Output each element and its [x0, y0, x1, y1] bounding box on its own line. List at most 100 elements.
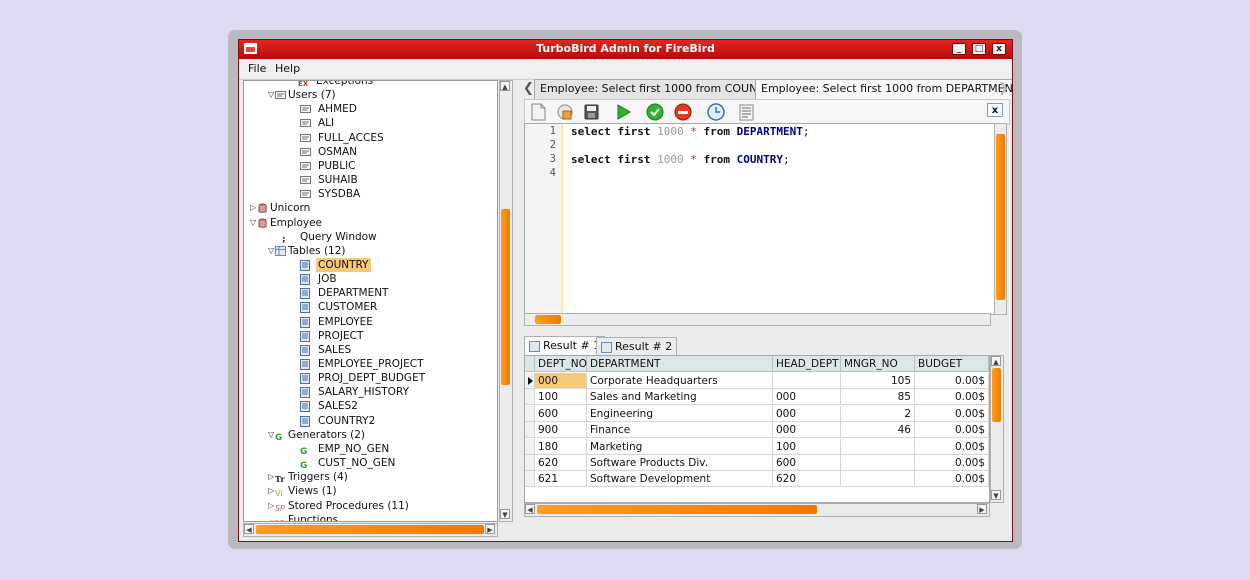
tree-node-triggers[interactable]: ▷ Tr Triggers (4)	[244, 470, 494, 484]
column-header[interactable]: DEPT_NO	[535, 356, 587, 372]
tree-item-user[interactable]: PUBLIC	[244, 159, 494, 173]
grid-cell[interactable]: 180	[535, 438, 587, 455]
tab-country-query[interactable]: Employee: Select first 1000 from COUNTRY	[534, 79, 784, 100]
grid-cell[interactable]: Sales and Marketing	[587, 389, 773, 406]
tree-node-generators[interactable]: ▽ G Generators (2)	[244, 428, 494, 443]
grid-cell[interactable]: 100	[535, 389, 587, 406]
minimize-button[interactable]: _	[952, 43, 966, 55]
tree-node-stored-procedures[interactable]: ▷ SP Stored Procedures (11)	[244, 499, 494, 513]
tree-item-table[interactable]: SALARY_HISTORY	[244, 385, 494, 399]
scroll-left-icon[interactable]: ◀	[525, 504, 535, 514]
tree-item-user[interactable]: AHMED	[244, 102, 494, 116]
grid-cell[interactable]: 46	[841, 422, 915, 439]
open-file-icon[interactable]	[555, 102, 575, 122]
scroll-right-icon[interactable]: ▶	[977, 504, 987, 514]
tree-item-table[interactable]: PROJ_DEPT_BUDGET	[244, 371, 494, 385]
tree-node-unicorn[interactable]: ▷ Unicorn	[244, 201, 494, 215]
grid-cell[interactable]: 0.00$	[915, 455, 989, 471]
grid-cell[interactable]: 85	[841, 389, 915, 406]
close-button[interactable]: x	[992, 43, 1006, 55]
tree-item-table[interactable]: PROJECT	[244, 329, 494, 343]
tree-item-table[interactable]: DEPARTMENT	[244, 286, 494, 300]
grid-cell[interactable]: 100	[773, 438, 841, 455]
rollback-icon[interactable]	[673, 102, 693, 122]
grid-cell[interactable]: Engineering	[587, 405, 773, 422]
grid-cell[interactable]: 0.00$	[915, 438, 989, 455]
grid-cell[interactable]: 000	[773, 389, 841, 406]
tree-node-users[interactable]: ▽ Users (7)	[244, 88, 494, 102]
tree-scroll-thumb[interactable]	[501, 209, 510, 385]
tree-node-employee[interactable]: ▽ Employee	[244, 216, 494, 230]
scroll-down-icon[interactable]: ▼	[991, 490, 1001, 500]
grid-horizontal-scrollbar[interactable]: ◀ ▶	[524, 503, 990, 517]
tree-item-table[interactable]: EMPLOYEE_PROJECT	[244, 357, 494, 371]
grid-cell[interactable]: 620	[535, 455, 587, 471]
column-header[interactable]: HEAD_DEPT	[773, 356, 841, 372]
sql-editor[interactable]: 1 2 3 4 select first 1000 * from DEPARTM…	[524, 123, 996, 315]
tab-department-query[interactable]: Employee: Select first 1000 from DEPARTM…	[755, 79, 1012, 100]
column-header[interactable]: BUDGET	[915, 356, 989, 372]
history-icon[interactable]	[706, 102, 726, 122]
current-row-arrow-icon[interactable]	[525, 373, 535, 389]
editor-scroll-thumb[interactable]	[996, 134, 1005, 300]
scroll-down-icon[interactable]: ▼	[500, 509, 510, 519]
grid-scroll-thumb[interactable]	[992, 368, 1001, 422]
grid-cell[interactable]: Software Products Div.	[587, 455, 773, 471]
grid-cell[interactable]: 000	[535, 373, 587, 389]
grid-cell[interactable]: 2	[841, 405, 915, 422]
row-indicator[interactable]	[525, 405, 535, 422]
row-indicator[interactable]	[525, 422, 535, 439]
scroll-up-icon[interactable]: ▲	[991, 356, 1001, 366]
tree-item-table[interactable]: CUSTOMER	[244, 300, 494, 314]
editor-vertical-scrollbar[interactable]	[994, 123, 1007, 315]
grid-cell[interactable]	[773, 373, 841, 389]
grid-cell[interactable]	[841, 438, 915, 455]
menu-file[interactable]: File	[248, 62, 266, 75]
grid-cell[interactable]: 900	[535, 422, 587, 439]
grid-cell[interactable]: 600	[773, 455, 841, 471]
close-editor-button[interactable]: x	[987, 103, 1003, 117]
tree-vertical-scrollbar[interactable]: ▲ ▼	[499, 80, 513, 522]
tree-item-query-window[interactable]: ; Query Window	[244, 230, 494, 245]
column-header[interactable]: MNGR_NO	[841, 356, 915, 372]
column-header[interactable]: DEPARTMENT	[587, 356, 773, 372]
title-bar[interactable]: TurboBird Admin for FireBird _ □ x	[239, 40, 1012, 59]
tree-item-table[interactable]: SALES	[244, 343, 494, 357]
grid-cell[interactable]: 620	[773, 471, 841, 488]
grid-cell[interactable]	[841, 455, 915, 471]
tab-scroll-left-icon[interactable]: ❮	[523, 81, 534, 96]
row-indicator[interactable]	[525, 471, 535, 488]
editor-horizontal-scrollbar[interactable]	[524, 313, 991, 326]
scroll-right-icon[interactable]: ▶	[485, 524, 495, 534]
tree-item-generator[interactable]: G CUST_NO_GEN	[244, 456, 494, 471]
tree-item-table[interactable]: COUNTRY	[244, 257, 494, 272]
grid-cell[interactable]: 0.00$	[915, 405, 989, 422]
tree-item-exceptions[interactable]: EX Exceptions	[244, 81, 494, 88]
tree-item-user[interactable]: ALI	[244, 116, 494, 130]
tree-node-functions[interactable]: UDF Functions	[244, 513, 494, 521]
tab-result-2[interactable]: Result # 2	[596, 337, 678, 357]
run-query-icon[interactable]	[613, 102, 633, 122]
tab-result-1[interactable]: Result # 1	[524, 336, 606, 356]
maximize-button[interactable]: □	[972, 43, 986, 55]
grid-cell[interactable]: 0.00$	[915, 471, 989, 488]
tree-item-user[interactable]: OSMAN	[244, 145, 494, 159]
grid-cell[interactable]: 0.00$	[915, 389, 989, 406]
tree-item-user[interactable]: SUHAIB	[244, 173, 494, 187]
grid-cell[interactable]: Corporate Headquarters	[587, 373, 773, 389]
save-file-icon[interactable]	[581, 102, 601, 122]
row-indicator[interactable]	[525, 438, 535, 455]
grid-vertical-scrollbar[interactable]: ▲ ▼	[990, 355, 1004, 503]
new-file-icon[interactable]	[528, 102, 548, 122]
grid-cell[interactable]: Software Development	[587, 471, 773, 488]
tree-item-generator[interactable]: G EMP_NO_GEN	[244, 442, 494, 457]
grid-cell[interactable]: 0.00$	[915, 373, 989, 389]
menu-help[interactable]: Help	[275, 62, 300, 75]
commit-icon[interactable]	[645, 102, 665, 122]
tree-item-table[interactable]: SALES2	[244, 399, 494, 413]
row-indicator[interactable]	[525, 389, 535, 406]
editor-hscroll-thumb[interactable]	[535, 315, 561, 324]
tree-item-user[interactable]: SYSDBA	[244, 187, 494, 201]
grid-cell[interactable]: 621	[535, 471, 587, 488]
grid-cell[interactable]: 000	[773, 422, 841, 439]
